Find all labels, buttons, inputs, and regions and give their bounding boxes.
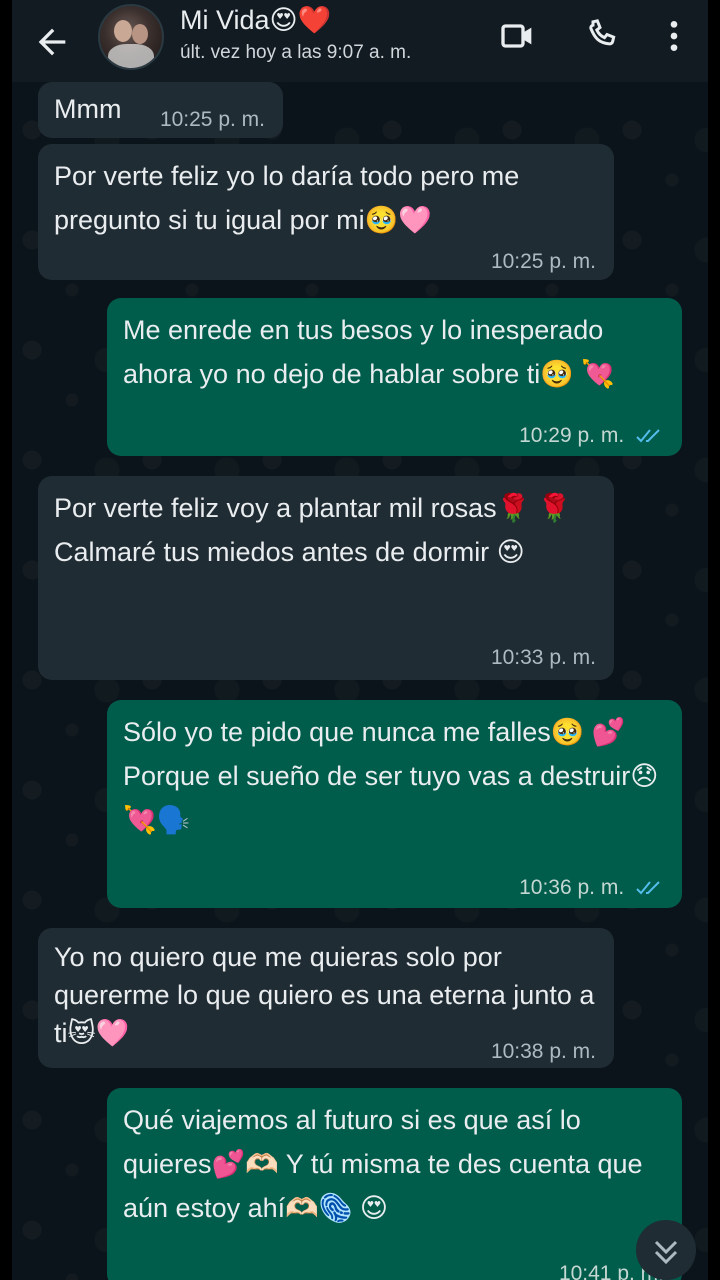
video-call-icon[interactable] <box>498 16 538 56</box>
contact-name[interactable]: Mi Vida😍❤️ <box>180 4 331 36</box>
scroll-to-bottom-button[interactable] <box>636 1220 696 1280</box>
message-time-text: 10:36 p. m. <box>519 876 625 899</box>
message-time: 10:36 p. m. <box>519 876 664 900</box>
message-text: Me enrede en tus besos y lo inesperado a… <box>123 315 616 389</box>
message-time: 10:38 p. m. <box>490 1040 596 1063</box>
chat-screen: Mi Vida😍❤️ últ. vez hoy a las 9:07 a. m.… <box>12 0 708 1280</box>
message-text: Yo no quiero que me quieras solo por que… <box>54 942 595 1048</box>
message-text: Sólo yo te pido que nunca me falles🥹 💕 P… <box>123 717 659 835</box>
message-bubble-incoming[interactable]: Por verte feliz voy a plantar mil rosas🌹… <box>38 476 614 680</box>
message-time-text: 10:29 p. m. <box>519 424 625 447</box>
message-bubble-incoming[interactable]: Mmm 10:25 p. m. <box>38 82 283 138</box>
message-time: 10:33 p. m. <box>490 646 596 669</box>
more-options-icon[interactable] <box>654 16 694 56</box>
message-bubble-outgoing[interactable]: Qué viajemos al futuro si es que así lo … <box>107 1088 682 1280</box>
back-arrow-icon[interactable] <box>32 22 72 62</box>
message-bubble-outgoing[interactable]: Me enrede en tus besos y lo inesperado a… <box>107 298 682 456</box>
message-list[interactable]: Mmm 10:25 p. m. Por verte feliz yo lo da… <box>12 82 708 1280</box>
double-check-read-icon <box>636 429 660 443</box>
message-bubble-outgoing[interactable]: Sólo yo te pido que nunca me falles🥹 💕 P… <box>107 700 682 908</box>
message-bubble-incoming[interactable]: Yo no quiero que me quieras solo por que… <box>38 928 614 1068</box>
voice-call-icon[interactable] <box>582 16 622 56</box>
double-chevron-down-icon <box>654 1240 678 1265</box>
last-seen-status: últ. vez hoy a las 9:07 a. m. <box>180 42 412 63</box>
message-text: Por verte feliz yo lo daría todo pero me… <box>54 161 520 235</box>
double-check-read-icon <box>636 881 660 895</box>
contact-avatar[interactable] <box>98 4 164 70</box>
message-time: 10:25 p. m. <box>159 108 265 131</box>
message-text: Por verte feliz voy a plantar mil rosas🌹… <box>54 493 572 567</box>
message-text: Qué viajemos al futuro si es que así lo … <box>123 1105 643 1223</box>
chat-header: Mi Vida😍❤️ últ. vez hoy a las 9:07 a. m. <box>12 0 708 82</box>
message-bubble-incoming[interactable]: Por verte feliz yo lo daría todo pero me… <box>38 144 614 280</box>
message-time: 10:25 p. m. <box>490 250 596 273</box>
message-time: 10:29 p. m. <box>519 424 664 448</box>
